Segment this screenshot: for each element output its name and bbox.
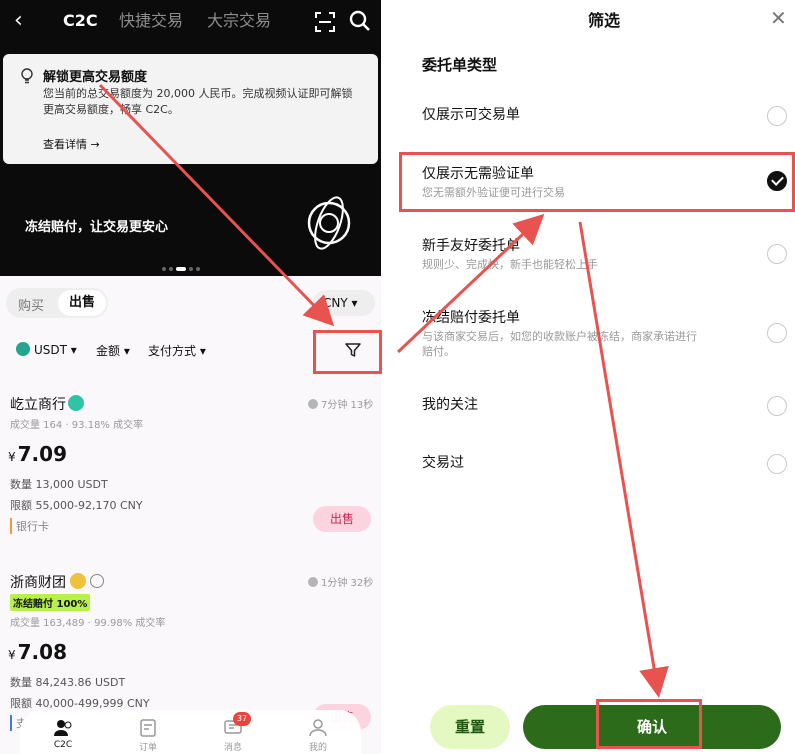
- clock-icon: [308, 399, 318, 409]
- nav-orders[interactable]: 订单: [123, 710, 173, 753]
- radio-beginner-friendly[interactable]: [767, 244, 787, 264]
- tab-quick-trade[interactable]: 快捷交易: [119, 10, 183, 32]
- price: ¥7.09: [8, 442, 67, 466]
- nav-messages-label: 消息: [223, 743, 242, 753]
- radio-following[interactable]: [767, 396, 787, 416]
- tab-block-trade[interactable]: 大宗交易: [207, 10, 271, 32]
- radio-freeze-compensation[interactable]: [767, 323, 787, 343]
- clock-icon: [308, 577, 318, 587]
- search-icon[interactable]: [349, 10, 371, 32]
- coin-filter-label: USDT ▾: [34, 343, 77, 357]
- price: ¥7.08: [8, 640, 67, 664]
- close-icon[interactable]: ✕: [770, 6, 787, 30]
- nav-c2c-label: C2C: [53, 740, 73, 750]
- scan-icon[interactable]: [315, 12, 335, 32]
- response-time-text: 7分钟 13秒: [321, 400, 374, 411]
- option-traded-before[interactable]: 交易过: [398, 452, 795, 476]
- unread-badge: 37: [233, 712, 251, 726]
- bottom-nav: C2C 订单 消息 我的: [20, 710, 361, 754]
- hero-banner: ‹ C2C 快捷交易 大宗交易 解锁更高交易额度 您当前的总交易额度为 20,0…: [0, 0, 381, 276]
- price-value: 7.09: [17, 442, 67, 466]
- merchant-listing[interactable]: 屹立商行 7分钟 13秒 成交量 164 · 93.18% 成交率 ¥7.09 …: [0, 394, 381, 544]
- filter-panel: 筛选 ✕ 委托单类型 仅展示可交易单 仅展示无需验证单 您无需额外验证便可进行交…: [398, 0, 795, 754]
- option-subtitle: 您无需额外验证便可进行交易: [422, 186, 565, 199]
- option-subtitle: 与该商家交易后，如您的收款账户被冻结，商家承诺进行赔付。: [422, 330, 697, 358]
- promo-description: 您当前的总交易额度为 20,000 人民币。完成视频认证即可解锁更高交易额度，畅…: [43, 87, 353, 116]
- lightbulb-icon: [21, 68, 33, 84]
- response-time-text: 1分钟 32秒: [321, 578, 374, 589]
- tab-c2c[interactable]: C2C: [63, 10, 98, 32]
- radio-traded-before[interactable]: [767, 454, 787, 474]
- carousel-dots: [162, 258, 203, 277]
- profile-icon: [309, 719, 327, 737]
- currency-select[interactable]: CNY ▾: [313, 290, 375, 316]
- merchant-badge-icon: [70, 573, 86, 589]
- coin-filter[interactable]: USDT ▾: [16, 342, 77, 357]
- option-label: 新手友好委托单: [422, 238, 520, 254]
- merchant-name: 屹立商行: [10, 397, 66, 413]
- user-group-icon: [90, 574, 104, 588]
- currency-symbol: ¥: [8, 648, 16, 662]
- option-following[interactable]: 我的关注: [398, 394, 795, 418]
- radio-tradable-only[interactable]: [767, 106, 787, 126]
- freeze-compensation-tag: 冻结赔付 100%: [10, 594, 91, 611]
- option-label: 仅展示可交易单: [422, 107, 520, 123]
- sell-button[interactable]: 出售: [313, 506, 371, 532]
- option-beginner-friendly[interactable]: 新手友好委托单 规则少、完成快，新手也能轻松上手: [398, 235, 795, 275]
- buy-sell-toggle: 购买 出售: [6, 288, 108, 318]
- buy-tab[interactable]: 购买: [18, 295, 44, 314]
- filter-funnel-icon[interactable]: [344, 341, 362, 359]
- radio-no-verification[interactable]: [767, 171, 787, 191]
- c2c-market-screen: ‹ C2C 快捷交易 大宗交易 解锁更高交易额度 您当前的总交易额度为 20,0…: [0, 0, 381, 754]
- merchant-stats: 成交量 164 · 93.18% 成交率: [10, 420, 144, 431]
- promo-details-link[interactable]: 查看详情 →: [43, 136, 100, 152]
- response-time: 7分钟 13秒: [308, 396, 373, 411]
- option-no-verification[interactable]: 仅展示无需验证单 您无需额外验证便可进行交易: [398, 163, 795, 203]
- order-type-heading: 委托单类型: [422, 56, 498, 74]
- filter-bar: USDT ▾ 金额 ▾ 支付方式 ▾: [0, 342, 381, 362]
- amount-filter[interactable]: 金额 ▾: [96, 342, 130, 359]
- c2c-users-icon: [54, 720, 72, 736]
- payment-filter[interactable]: 支付方式 ▾: [148, 342, 206, 359]
- quantity: 数量 84,243.86 USDT: [10, 676, 126, 689]
- orders-icon: [140, 719, 156, 737]
- merchant-stats: 成交量 163,489 · 99.98% 成交率: [10, 618, 166, 629]
- planet-icon: [307, 196, 351, 250]
- limit: 限额 40,000-499,999 CNY: [10, 697, 150, 710]
- top-nav: ‹ C2C 快捷交易 大宗交易: [0, 8, 381, 36]
- nav-profile-label: 我的: [308, 743, 327, 753]
- reset-button[interactable]: 重置: [430, 705, 510, 749]
- nav-orders-label: 订单: [138, 743, 157, 753]
- currency-symbol: ¥: [8, 450, 16, 464]
- option-label: 冻结赔付委托单: [422, 310, 520, 326]
- nav-profile[interactable]: 我的: [293, 710, 343, 753]
- option-label: 仅展示无需验证单: [422, 166, 534, 182]
- back-arrow-icon[interactable]: ‹: [14, 8, 23, 34]
- usdt-icon: [16, 342, 30, 356]
- quantity: 数量 13,000 USDT: [10, 478, 108, 491]
- limit: 限额 55,000-92,170 CNY: [10, 499, 143, 512]
- promo-title: 解锁更高交易额度: [43, 70, 148, 85]
- response-time: 1分钟 32秒: [308, 574, 373, 589]
- merchant-listing[interactable]: 浙商财团 1分钟 32秒 冻结赔付 100% 成交量 163,489 · 99.…: [0, 572, 381, 731]
- sell-tab[interactable]: 出售: [58, 290, 106, 316]
- option-label: 我的关注: [422, 397, 478, 413]
- option-subtitle: 规则少、完成快，新手也能轻松上手: [422, 258, 598, 271]
- option-label: 交易过: [422, 455, 464, 471]
- payment-method: 银行卡: [10, 518, 49, 534]
- merchant-name: 浙商财团: [10, 575, 66, 591]
- price-value: 7.08: [17, 640, 67, 664]
- verified-badge-icon: [68, 395, 84, 411]
- filter-title: 筛选: [588, 11, 621, 30]
- option-tradable-only[interactable]: 仅展示可交易单: [398, 104, 795, 128]
- nav-c2c[interactable]: C2C: [38, 710, 88, 750]
- confirm-button[interactable]: 确认: [523, 705, 781, 749]
- banner-slogan: 冻结赔付，让交易更安心: [25, 220, 169, 235]
- option-freeze-compensation[interactable]: 冻结赔付委托单 与该商家交易后，如您的收款账户被冻结，商家承诺进行赔付。: [398, 307, 795, 358]
- promo-card[interactable]: 解锁更高交易额度 您当前的总交易额度为 20,000 人民币。完成视频认证即可解…: [3, 54, 378, 164]
